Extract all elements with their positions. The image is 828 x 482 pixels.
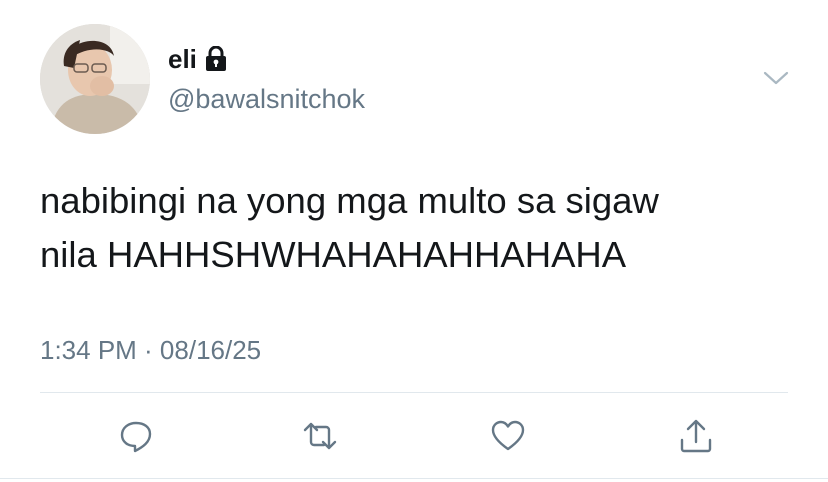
display-name[interactable]: eli bbox=[168, 44, 197, 74]
divider bbox=[40, 392, 788, 393]
tweet-text-line-1: nabibingi na yong mga multo sa sigaw bbox=[40, 180, 659, 221]
tweet-text-line-2: nila HAHHSHWHAHAHAHHAHAHA bbox=[40, 234, 627, 275]
reply-icon bbox=[120, 421, 152, 453]
lock-icon bbox=[205, 45, 227, 72]
retweet-button[interactable] bbox=[302, 418, 338, 454]
chevron-down-icon[interactable] bbox=[762, 64, 790, 92]
like-icon bbox=[491, 420, 525, 451]
user-handle[interactable]: @bawalsnitchok bbox=[168, 83, 365, 115]
timestamp[interactable]: 1:34 PM · 08/16/25 bbox=[40, 334, 261, 366]
like-button[interactable] bbox=[490, 418, 526, 454]
name-row: eli bbox=[168, 44, 227, 74]
tweet-text: nabibingi na yong mga multo sa sigaw nil… bbox=[40, 174, 800, 282]
retweet-icon bbox=[303, 422, 337, 450]
bottom-divider bbox=[0, 478, 828, 479]
share-button[interactable] bbox=[678, 418, 714, 454]
avatar[interactable] bbox=[40, 24, 150, 134]
share-icon bbox=[680, 419, 712, 453]
tweet-card: eli @bawalsnitchok nabibingi na yong mga… bbox=[0, 0, 828, 482]
reply-button[interactable] bbox=[118, 418, 154, 454]
